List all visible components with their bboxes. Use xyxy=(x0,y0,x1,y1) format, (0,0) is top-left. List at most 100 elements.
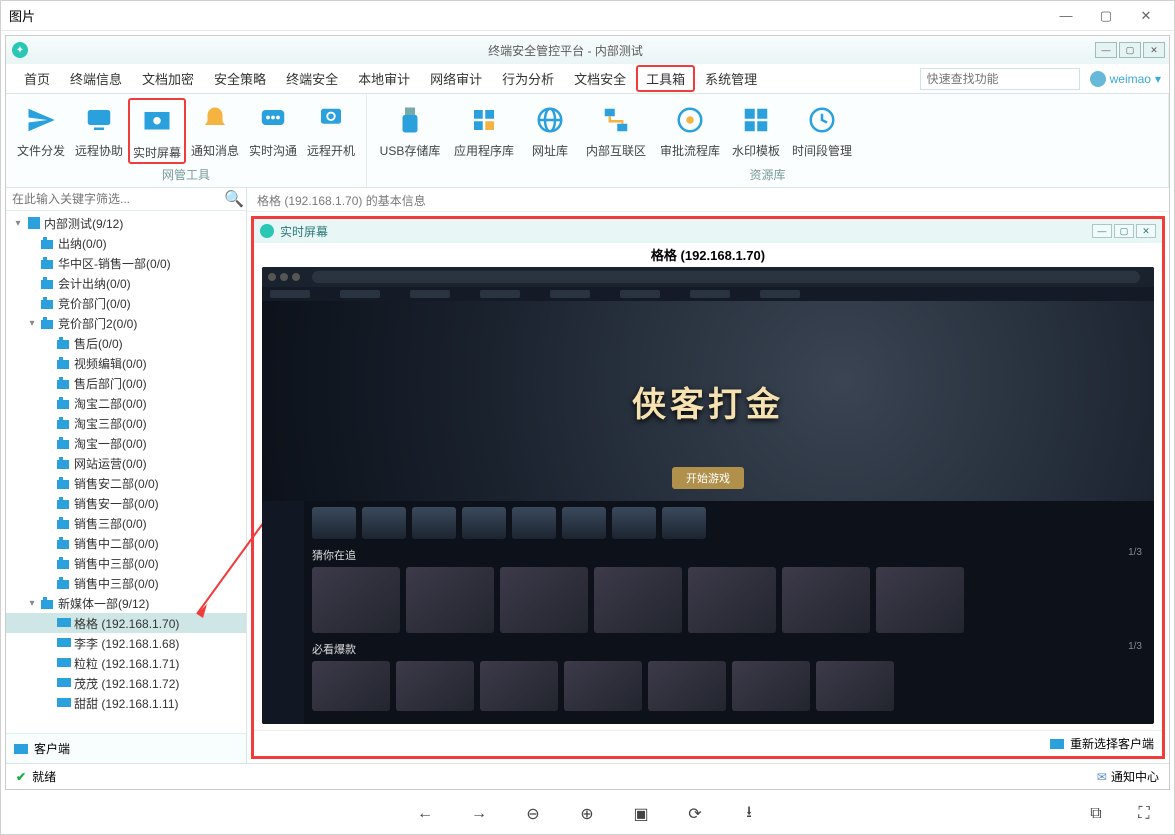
tree-node[interactable]: 售后部门(0/0) xyxy=(6,373,246,393)
tree-node[interactable]: 销售三部(0/0) xyxy=(6,513,246,533)
tree-node[interactable]: 销售安一部(0/0) xyxy=(6,493,246,513)
status-bar: ✔ 就绪 ✉ 通知中心 xyxy=(6,763,1169,789)
zoom-in-button[interactable]: ⊕ xyxy=(577,804,597,824)
fullscreen-button[interactable]: ⛶ xyxy=(1134,805,1154,823)
ribbon-approval-flow[interactable]: 审批流程库 xyxy=(653,98,727,164)
app-titlebar: ✦ 终端安全管控平台 - 内部测试 — ▢ ✕ xyxy=(6,36,1169,64)
tree-node[interactable]: 淘宝二部(0/0) xyxy=(6,393,246,413)
minimize-button[interactable]: — xyxy=(1046,2,1086,30)
maximize-button[interactable]: ▢ xyxy=(1086,2,1126,30)
quick-search-input[interactable] xyxy=(920,68,1080,90)
notice-center-button[interactable]: 通知中心 xyxy=(1111,768,1159,785)
menu-doc-encrypt[interactable]: 文档加密 xyxy=(132,65,204,92)
ribbon-file-distribute[interactable]: 文件分发 xyxy=(12,98,70,164)
check-icon: ✔ xyxy=(16,770,26,784)
tree-node[interactable]: 销售中三部(0/0) xyxy=(6,573,246,593)
menu-security-policy[interactable]: 安全策略 xyxy=(204,65,276,92)
menu-network-audit[interactable]: 网络审计 xyxy=(420,65,492,92)
menu-terminal-info[interactable]: 终端信息 xyxy=(60,65,132,92)
menu-toolbox[interactable]: 工具箱 xyxy=(636,65,695,92)
download-button[interactable]: ⭳ xyxy=(739,801,759,828)
tree-client-selected[interactable]: 格格 (192.168.1.70) xyxy=(6,613,246,633)
panel-minimize-button[interactable]: — xyxy=(1092,224,1112,238)
tree-client[interactable]: 粒粒 (192.168.1.71) xyxy=(6,653,246,673)
ribbon-notify[interactable]: 通知消息 xyxy=(186,98,244,164)
menu-system-manage[interactable]: 系统管理 xyxy=(695,65,767,92)
app-maximize-button[interactable]: ▢ xyxy=(1119,42,1141,58)
tree-node[interactable]: ▾新媒体一部(9/12) xyxy=(6,593,246,613)
app-logo-icon: ✦ xyxy=(12,42,28,58)
ribbon-watermark[interactable]: 水印模板 xyxy=(727,98,785,164)
tree-node[interactable]: 淘宝三部(0/0) xyxy=(6,413,246,433)
zoom-out-button[interactable]: ⊖ xyxy=(523,804,543,824)
next-button[interactable]: → xyxy=(469,805,489,823)
ribbon-realtime-chat[interactable]: 实时沟通 xyxy=(244,98,302,164)
tree-client[interactable]: 甜甜 (192.168.1.11) xyxy=(6,693,246,713)
ribbon-usb-storage[interactable]: USB存储库 xyxy=(373,98,447,164)
ribbon-time-manage[interactable]: 时间段管理 xyxy=(785,98,859,164)
tree-node[interactable]: 网站运营(0/0) xyxy=(6,453,246,473)
ribbon-app-lib[interactable]: 应用程序库 xyxy=(447,98,521,164)
tree-node[interactable]: 竞价部门(0/0) xyxy=(6,293,246,313)
user-menu[interactable]: weimao ▾ xyxy=(1090,71,1161,87)
mail-icon: ✉ xyxy=(1097,770,1107,784)
realtime-screen-panel: 实时屏幕 — ▢ ✕ 格格 (192.168.1.70) 侠客打金 开始游戏 xyxy=(251,216,1165,759)
screen-panel-title: 实时屏幕 — ▢ ✕ xyxy=(254,219,1162,243)
info-bar: 格格 (192.168.1.70) 的基本信息 xyxy=(247,188,1169,212)
user-name: weimao xyxy=(1110,72,1151,86)
copy-button[interactable]: ⧉ xyxy=(1086,805,1106,823)
tree-node[interactable]: 会计出纳(0/0) xyxy=(6,273,246,293)
avatar-icon xyxy=(1090,71,1106,87)
panel-logo-icon xyxy=(260,224,274,238)
menu-behavior[interactable]: 行为分析 xyxy=(492,65,564,92)
ribbon-group1-label: 网管工具 xyxy=(6,164,366,187)
org-tree[interactable]: ▾内部测试(9/12) 出纳(0/0) 华中区-销售一部(0/0) 会计出纳(0… xyxy=(6,211,246,733)
ribbon: 文件分发 远程协助 实时屏幕 通知消息 实时沟通 远程开机 网管工具 USB存储… xyxy=(6,94,1169,188)
prev-button[interactable]: ← xyxy=(415,805,435,823)
status-text: 就绪 xyxy=(32,768,56,785)
ribbon-internal-net[interactable]: 内部互联区 xyxy=(579,98,653,164)
tree-root[interactable]: ▾内部测试(9/12) xyxy=(6,213,246,233)
sidebar-tab-clients[interactable]: 客户端 xyxy=(6,733,246,763)
tree-node[interactable]: 华中区-销售一部(0/0) xyxy=(6,253,246,273)
tree-client[interactable]: 李李 (192.168.1.68) xyxy=(6,633,246,653)
tree-node[interactable]: 销售中三部(0/0) xyxy=(6,553,246,573)
reselect-client-button[interactable]: 重新选择客户端 xyxy=(1070,735,1154,752)
outer-titlebar: 图片 — ▢ ✕ xyxy=(1,1,1174,31)
hero-title: 侠客打金 xyxy=(632,377,784,426)
ribbon-remote-assist[interactable]: 远程协助 xyxy=(70,98,128,164)
tree-node[interactable]: 视频编辑(0/0) xyxy=(6,353,246,373)
fit-button[interactable]: ▣ xyxy=(631,804,651,824)
menu-doc-security[interactable]: 文档安全 xyxy=(564,65,636,92)
ribbon-remote-poweron[interactable]: 远程开机 xyxy=(302,98,360,164)
tree-node[interactable]: 淘宝一部(0/0) xyxy=(6,433,246,453)
app-close-button[interactable]: ✕ xyxy=(1143,42,1165,58)
close-button[interactable]: ✕ xyxy=(1126,2,1166,30)
menu-home[interactable]: 首页 xyxy=(14,65,60,92)
menu-local-audit[interactable]: 本地审计 xyxy=(348,65,420,92)
tree-client[interactable]: 茂茂 (192.168.1.72) xyxy=(6,673,246,693)
search-icon[interactable]: 🔍 xyxy=(222,188,246,210)
panel-maximize-button[interactable]: ▢ xyxy=(1114,224,1134,238)
sidebar-filter-input[interactable] xyxy=(6,188,222,210)
tree-node[interactable]: 售后(0/0) xyxy=(6,333,246,353)
menubar: 首页 终端信息 文档加密 安全策略 终端安全 本地审计 网络审计 行为分析 文档… xyxy=(6,64,1169,94)
tree-node[interactable]: ▾竞价部门2(0/0) xyxy=(6,313,246,333)
remote-screen-view[interactable]: 侠客打金 开始游戏 猜你在追1/3 必看爆款1/3 xyxy=(262,267,1154,724)
app-minimize-button[interactable]: — xyxy=(1095,42,1117,58)
tree-node[interactable]: 销售安二部(0/0) xyxy=(6,473,246,493)
monitor-icon xyxy=(14,744,28,754)
panel-close-button[interactable]: ✕ xyxy=(1136,224,1156,238)
tree-node[interactable]: 销售中二部(0/0) xyxy=(6,533,246,553)
viewer-toolbar: ← → ⊖ ⊕ ▣ ⟳ ⭳ ⧉ ⛶ xyxy=(1,794,1174,834)
ribbon-url-lib[interactable]: 网址库 xyxy=(521,98,579,164)
outer-title: 图片 xyxy=(9,6,35,25)
ribbon-realtime-screen[interactable]: 实时屏幕 xyxy=(128,98,186,164)
ribbon-group2-label: 资源库 xyxy=(367,164,1168,187)
sidebar: 🔍 ▾内部测试(9/12) 出纳(0/0) 华中区-销售一部(0/0) 会计出纳… xyxy=(6,188,247,763)
rotate-button[interactable]: ⟳ xyxy=(685,804,705,824)
menu-terminal-security[interactable]: 终端安全 xyxy=(276,65,348,92)
chevron-down-icon: ▾ xyxy=(1155,72,1161,86)
monitor-icon xyxy=(1050,739,1064,749)
tree-node[interactable]: 出纳(0/0) xyxy=(6,233,246,253)
